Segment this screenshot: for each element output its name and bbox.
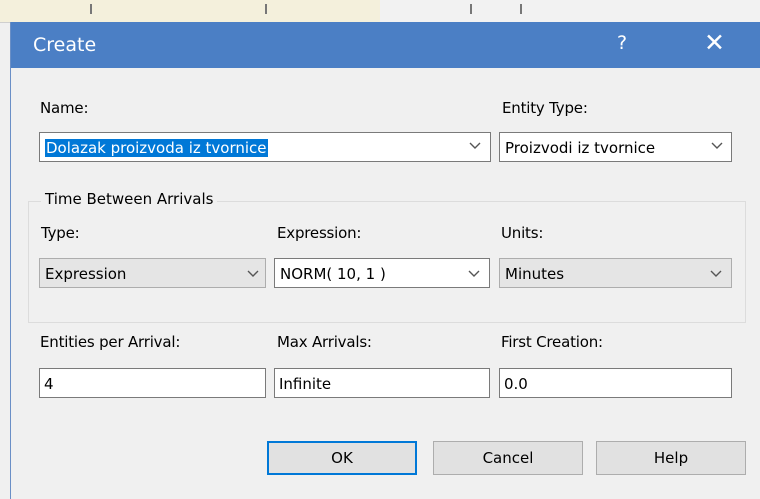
entities-per-arrival-value: 4	[44, 375, 54, 393]
background-mark	[90, 4, 92, 14]
type-value: Expression	[45, 265, 127, 283]
expression-label: Expression:	[277, 224, 362, 242]
units-value: Minutes	[505, 265, 565, 283]
max-arrivals-input[interactable]: Infinite	[274, 368, 490, 398]
dialog-title: Create	[33, 34, 97, 56]
type-combobox[interactable]: Expression	[39, 258, 266, 288]
cancel-button[interactable]: Cancel	[433, 441, 583, 475]
create-dialog: Create ? ✕ Name: Dolazak proizvoda iz tv…	[10, 22, 760, 499]
expression-combobox[interactable]: NORM( 10, 1 )	[274, 258, 490, 288]
entity-type-label: Entity Type:	[502, 99, 588, 117]
expression-value: NORM( 10, 1 )	[280, 265, 386, 283]
chevron-down-icon[interactable]	[467, 267, 481, 281]
background-mark	[265, 4, 267, 14]
entity-type-combobox[interactable]: Proizvodi iz tvornice	[499, 132, 732, 162]
background-window-right	[380, 0, 760, 22]
type-label: Type:	[41, 224, 80, 242]
first-creation-label: First Creation:	[501, 333, 603, 351]
name-value: Dolazak proizvoda iz tvornice	[45, 139, 268, 157]
units-label: Units:	[501, 224, 544, 242]
background-mark	[520, 4, 522, 14]
help-button[interactable]: Help	[596, 441, 746, 475]
entities-per-arrival-label: Entities per Arrival:	[40, 333, 181, 351]
name-selected-text: Dolazak proizvoda iz tvornice	[45, 139, 268, 157]
time-between-arrivals-title: Time Between Arrivals	[41, 190, 218, 208]
background-window-strip	[0, 0, 760, 23]
chevron-down-icon[interactable]	[246, 267, 260, 281]
background-mark	[470, 4, 472, 14]
chevron-down-icon[interactable]	[468, 139, 482, 153]
ok-button[interactable]: OK	[267, 441, 417, 475]
name-combobox[interactable]: Dolazak proizvoda iz tvornice	[39, 132, 491, 162]
background-window-left	[0, 0, 380, 22]
title-bar: Create ? ✕	[11, 22, 760, 68]
chevron-down-icon[interactable]	[709, 267, 723, 281]
close-icon[interactable]: ✕	[704, 28, 725, 57]
entity-type-value: Proizvodi iz tvornice	[505, 139, 656, 157]
max-arrivals-label: Max Arrivals:	[277, 333, 372, 351]
units-combobox[interactable]: Minutes	[499, 258, 732, 288]
help-icon[interactable]: ?	[617, 32, 627, 54]
first-creation-value: 0.0	[504, 375, 528, 393]
chevron-down-icon[interactable]	[710, 139, 724, 153]
first-creation-input[interactable]: 0.0	[499, 368, 732, 398]
max-arrivals-value: Infinite	[279, 375, 332, 393]
entities-per-arrival-input[interactable]: 4	[39, 368, 266, 398]
name-label: Name:	[40, 99, 89, 117]
